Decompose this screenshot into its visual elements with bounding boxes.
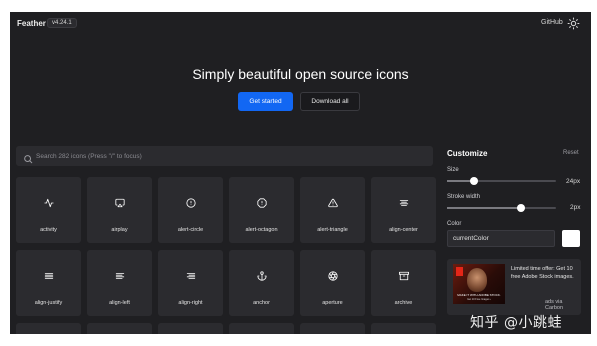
icon-tile-archive[interactable]: archive [371,250,436,316]
search-icon [23,151,33,164]
icon-tile[interactable] [158,323,223,334]
icon-tile-align-justify[interactable]: align-justify [16,250,81,316]
ad-via-link[interactable]: ads via Carbon [545,299,581,311]
search-bar[interactable] [16,146,433,166]
sun-icon[interactable] [567,17,580,30]
icon-tile-alert-triangle[interactable]: alert-triangle [300,177,365,243]
align-right-icon [158,268,223,282]
icon-label: anchor [253,300,270,306]
size-slider-thumb[interactable] [470,177,479,185]
align-left-icon [87,268,152,282]
ad-image-caption: MAKE IT WITH ADOBE STOCK. [457,293,501,297]
align-justify-icon [16,268,81,282]
icon-label: aperture [322,300,343,306]
icon-tile-align-center[interactable]: align-center [371,177,436,243]
stroke-width-value: 2px [570,204,581,211]
app-window: Feather v4.24.1 GitHub Simply beautiful … [10,12,591,334]
alert-octagon-icon [229,195,294,209]
airplay-icon [87,195,152,209]
icon-label: align-left [109,300,130,306]
icon-label: airplay [111,227,128,233]
aperture-icon [300,268,365,282]
activity-icon [16,195,81,209]
icon-tile-aperture[interactable]: aperture [300,250,365,316]
get-started-button[interactable]: Get started [238,92,293,111]
hero-title: Simply beautiful open source icons [192,66,409,82]
stroke-width-slider[interactable] [447,204,556,212]
stroke-width-slider-fill [447,207,522,209]
alert-triangle-icon [300,195,365,209]
icon-tile[interactable] [229,323,294,334]
icon-tile-airplay[interactable]: airplay [87,177,152,243]
customize-title: Customize [447,149,488,158]
icon-label: alert-octagon [245,227,278,233]
icon-label: align-justify [34,300,63,306]
archive-icon [371,268,436,282]
size-label: Size [447,167,459,173]
icon-label: archive [394,300,413,306]
stroke-width-label: Stroke width [447,194,481,200]
stroke-width-slider-thumb[interactable] [517,204,526,212]
icon-label: activity [40,227,57,233]
icon-label: alert-circle [177,227,204,233]
top-bar: Feather v4.24.1 GitHub [10,12,591,38]
size-value: 24px [566,178,581,185]
ad-portrait [467,268,487,292]
icon-label: align-right [178,300,203,306]
icon-tile-activity[interactable]: activity [16,177,81,243]
color-input[interactable] [447,230,555,247]
brand-logo[interactable]: Feather [17,19,46,28]
icon-tile[interactable] [300,323,365,334]
align-center-icon [371,195,436,209]
download-all-button[interactable]: Download all [300,92,360,111]
anchor-icon [229,268,294,282]
icon-tile[interactable] [87,323,152,334]
icon-tile-alert-octagon[interactable]: alert-octagon [229,177,294,243]
icon-tile-align-right[interactable]: align-right [158,250,223,316]
size-slider[interactable] [447,177,556,185]
icon-tile-align-left[interactable]: align-left [87,250,152,316]
color-label: Color [447,221,462,227]
alert-circle-icon [158,195,223,209]
version-badge: v4.24.1 [47,18,77,28]
icon-label: alert-triangle [317,227,348,233]
watermark: 知乎 @小跳蛙 [470,315,562,331]
ad-image[interactable]: MAKE IT WITH ADOBE STOCK. Get 10 Free Im… [453,264,505,304]
icon-tile[interactable] [16,323,81,334]
reset-button[interactable]: Reset [563,150,579,156]
adobe-logo-icon [456,267,463,276]
carbon-ad[interactable]: MAKE IT WITH ADOBE STOCK. Get 10 Free Im… [447,259,581,315]
icon-tile-alert-circle[interactable]: alert-circle [158,177,223,243]
search-input[interactable] [36,149,416,163]
icon-label: align-center [389,227,418,233]
icon-tile[interactable] [371,323,436,334]
color-swatch[interactable] [562,230,580,247]
ad-image-subcaption: Get 10 Free Images › [467,298,491,301]
ad-text[interactable]: Limited time offer: Get 10 free Adobe St… [511,266,579,281]
github-link[interactable]: GitHub [541,19,563,26]
icon-tile-anchor[interactable]: anchor [229,250,294,316]
